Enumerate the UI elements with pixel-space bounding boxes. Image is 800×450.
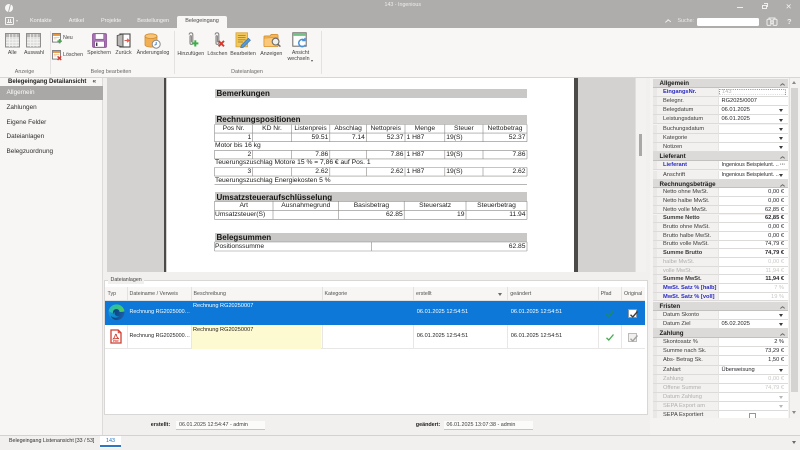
svg-text:PDF: PDF bbox=[113, 339, 119, 343]
